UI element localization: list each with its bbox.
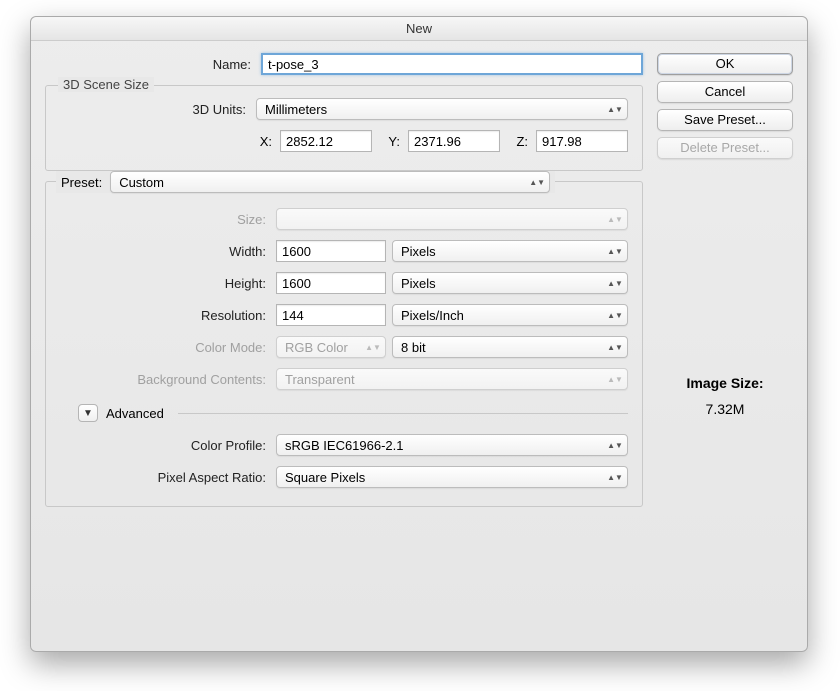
delete-preset-button: Delete Preset... bbox=[657, 137, 793, 159]
name-input[interactable] bbox=[261, 53, 643, 75]
chevron-updown-icon: ▲▼ bbox=[609, 475, 621, 480]
advanced-label: Advanced bbox=[106, 406, 164, 421]
preset-select[interactable]: Custom ▲▼ bbox=[110, 171, 550, 193]
chevron-updown-icon: ▲▼ bbox=[609, 313, 621, 318]
width-label: Width: bbox=[60, 244, 270, 259]
image-size-label: Image Size: bbox=[657, 375, 793, 391]
resolution-units-select[interactable]: Pixels/Inch ▲▼ bbox=[392, 304, 628, 326]
new-document-dialog: New Name: 3D Scene Size 3D Units: Millim… bbox=[30, 16, 808, 652]
scene-size-group: 3D Scene Size 3D Units: Millimeters ▲▼ X… bbox=[45, 85, 643, 171]
image-size-info: Image Size: 7.32M bbox=[657, 375, 793, 417]
x-input[interactable] bbox=[280, 130, 372, 152]
chevron-updown-icon: ▲▼ bbox=[609, 345, 621, 350]
color-profile-label: Color Profile: bbox=[60, 438, 270, 453]
color-mode-select: RGB Color ▲▼ bbox=[276, 336, 386, 358]
y-label: Y: bbox=[384, 134, 402, 149]
save-preset-button[interactable]: Save Preset... bbox=[657, 109, 793, 131]
image-size-value: 7.32M bbox=[657, 401, 793, 417]
chevron-updown-icon: ▲▼ bbox=[367, 345, 379, 350]
chevron-updown-icon: ▲▼ bbox=[609, 443, 621, 448]
height-input[interactable] bbox=[276, 272, 386, 294]
z-input[interactable] bbox=[536, 130, 628, 152]
pixel-aspect-label: Pixel Aspect Ratio: bbox=[60, 470, 270, 485]
chevron-updown-icon: ▲▼ bbox=[609, 249, 621, 254]
chevron-down-icon: ▼ bbox=[83, 408, 93, 419]
3d-units-label: 3D Units: bbox=[60, 102, 250, 117]
height-units-select[interactable]: Pixels ▲▼ bbox=[392, 272, 628, 294]
width-input[interactable] bbox=[276, 240, 386, 262]
preset-label: Preset: bbox=[61, 175, 102, 190]
x-label: X: bbox=[256, 134, 274, 149]
y-input[interactable] bbox=[408, 130, 500, 152]
separator bbox=[178, 413, 628, 414]
cancel-button[interactable]: Cancel bbox=[657, 81, 793, 103]
bg-contents-label: Background Contents: bbox=[60, 372, 270, 387]
advanced-disclosure-button[interactable]: ▼ bbox=[78, 404, 98, 422]
width-units-select[interactable]: Pixels ▲▼ bbox=[392, 240, 628, 262]
name-label: Name: bbox=[45, 57, 255, 72]
chevron-updown-icon: ▲▼ bbox=[531, 180, 543, 185]
resolution-input[interactable] bbox=[276, 304, 386, 326]
window-title: New bbox=[406, 21, 432, 36]
pixel-aspect-select[interactable]: Square Pixels ▲▼ bbox=[276, 466, 628, 488]
chevron-updown-icon: ▲▼ bbox=[609, 217, 621, 222]
z-label: Z: bbox=[512, 134, 530, 149]
titlebar: New bbox=[31, 17, 807, 41]
chevron-updown-icon: ▲▼ bbox=[609, 377, 621, 382]
preset-group: Preset: Custom ▲▼ Size: ▲▼ Width: bbox=[45, 181, 643, 507]
scene-size-legend: 3D Scene Size bbox=[58, 77, 154, 92]
size-select: ▲▼ bbox=[276, 208, 628, 230]
3d-units-select[interactable]: Millimeters ▲▼ bbox=[256, 98, 628, 120]
color-depth-select[interactable]: 8 bit ▲▼ bbox=[392, 336, 628, 358]
resolution-label: Resolution: bbox=[60, 308, 270, 323]
chevron-updown-icon: ▲▼ bbox=[609, 107, 621, 112]
ok-button[interactable]: OK bbox=[657, 53, 793, 75]
color-profile-select[interactable]: sRGB IEC61966-2.1 ▲▼ bbox=[276, 434, 628, 456]
size-label: Size: bbox=[60, 212, 270, 227]
chevron-updown-icon: ▲▼ bbox=[609, 281, 621, 286]
bg-contents-select: Transparent ▲▼ bbox=[276, 368, 628, 390]
height-label: Height: bbox=[60, 276, 270, 291]
color-mode-label: Color Mode: bbox=[60, 340, 270, 355]
